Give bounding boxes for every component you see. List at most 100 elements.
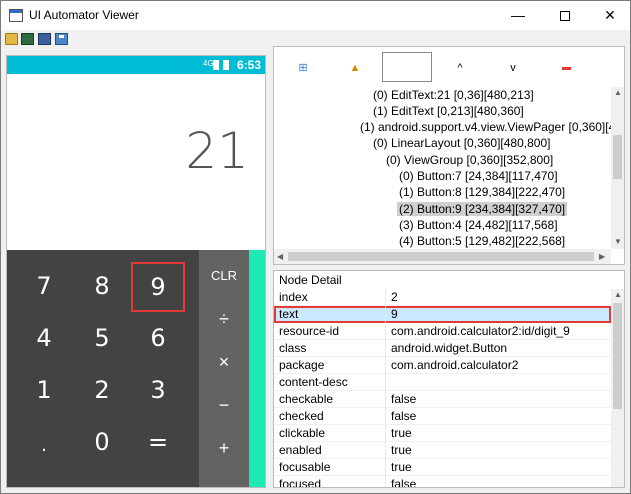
- property-value: true: [391, 426, 412, 440]
- tree-row[interactable]: (0) LinearLayout [0,360][480,800]: [371, 135, 552, 151]
- filter-input[interactable]: [382, 52, 432, 82]
- key-3[interactable]: 3: [133, 370, 183, 410]
- tree-row-selected[interactable]: (2) Button:9 [234,384][327,470]: [397, 201, 568, 217]
- node-detail-header: Node Detail: [279, 273, 342, 287]
- warning-icon[interactable]: ▲: [344, 57, 366, 79]
- property-value: 2: [391, 290, 398, 304]
- key-add[interactable]: +: [199, 428, 249, 468]
- property-row[interactable]: resource-id com.android.calculator2:id/di…: [274, 323, 611, 340]
- device-screenshot-panel[interactable]: 4G 6:53 21 7 8 9 4 5 6 1 2 3 . 0 = CLR ÷…: [6, 55, 266, 488]
- property-row[interactable]: clickable true: [274, 425, 611, 442]
- key-7[interactable]: 7: [19, 266, 69, 306]
- expand-all-icon[interactable]: ⊞: [292, 57, 314, 79]
- digit-keypad: 7 8 9 4 5 6 1 2 3 . 0 =: [7, 250, 199, 487]
- device-clock: 6:53: [237, 58, 262, 72]
- scroll-thumb[interactable]: [613, 303, 622, 409]
- property-key: index: [279, 290, 308, 304]
- scroll-down-icon[interactable]: ▼: [614, 237, 622, 246]
- property-value: false: [391, 409, 417, 423]
- tree-row[interactable]: (1) android.support.v4.view.ViewPager [0…: [358, 119, 611, 135]
- property-key: checkable: [279, 392, 334, 406]
- signal-bars-icon: [213, 60, 219, 70]
- property-row[interactable]: class android.widget.Button: [274, 340, 611, 357]
- property-key: clickable: [279, 426, 326, 440]
- property-key: checked: [279, 409, 324, 423]
- key-6[interactable]: 6: [133, 318, 183, 358]
- node-detail-panel: Node Detail index 2 text 9 resource-id com.…: [273, 270, 625, 488]
- scroll-thumb[interactable]: [288, 252, 594, 261]
- next-node-button[interactable]: v: [502, 57, 524, 79]
- property-key: focusable: [279, 460, 331, 474]
- property-row[interactable]: focused false: [274, 476, 611, 488]
- save-icon[interactable]: [55, 33, 68, 45]
- scroll-up-icon[interactable]: ▲: [614, 290, 622, 299]
- hierarchy-toolbar: ⊞ ▲ ^ v: [274, 47, 624, 87]
- key-2[interactable]: 2: [77, 370, 127, 410]
- key-decimal[interactable]: .: [19, 426, 69, 466]
- property-value: com.android.calculator2:id/digit_9: [391, 324, 570, 338]
- property-key: text: [279, 307, 299, 321]
- key-5[interactable]: 5: [77, 318, 127, 358]
- property-row-selected[interactable]: text 9: [274, 306, 611, 323]
- property-key: resource-id: [279, 324, 340, 338]
- property-row[interactable]: content-desc: [274, 374, 611, 391]
- key-8[interactable]: 8: [77, 266, 127, 306]
- tree-row[interactable]: (3) Button:4 [24,482][117,568]: [397, 217, 560, 233]
- property-row[interactable]: package com.android.calculator2: [274, 357, 611, 374]
- tree-row[interactable]: (1) Button:8 [129,384][222,470]: [397, 184, 567, 200]
- property-value: true: [391, 460, 412, 474]
- tree-row[interactable]: (0) EditText:21 [0,36][480,213]: [371, 87, 536, 103]
- device-screenshot-icon[interactable]: [21, 33, 34, 45]
- property-value: false: [391, 477, 417, 488]
- maximize-button[interactable]: [542, 1, 588, 30]
- detail-vertical-scrollbar[interactable]: ▲: [611, 289, 624, 487]
- key-9[interactable]: 9: [131, 262, 185, 312]
- scroll-right-icon[interactable]: ▶: [599, 252, 605, 261]
- property-key: focused: [279, 477, 322, 488]
- property-row[interactable]: enabled true: [274, 442, 611, 459]
- window-titlebar: UI Automator Viewer — ✕: [0, 0, 631, 30]
- property-row[interactable]: checked false: [274, 408, 611, 425]
- property-row[interactable]: focusable true: [274, 459, 611, 476]
- key-1[interactable]: 1: [19, 370, 69, 410]
- calculator-display-value: 21: [185, 122, 249, 180]
- app-window-icon: [9, 9, 23, 22]
- maximize-icon: [560, 11, 570, 22]
- key-subtract[interactable]: −: [199, 385, 249, 425]
- key-multiply[interactable]: ×: [199, 342, 249, 382]
- key-clear[interactable]: CLR: [199, 256, 249, 296]
- key-0[interactable]: 0: [77, 422, 127, 462]
- calculator-display[interactable]: 21: [7, 74, 265, 250]
- property-value: false: [391, 392, 417, 406]
- tree-row[interactable]: (4) Button:5 [129,482][222,568]: [397, 233, 567, 249]
- tree-row[interactable]: (0) Button:7 [24,384][117,470]: [397, 168, 560, 184]
- hierarchy-vertical-scrollbar[interactable]: ▲ ▼: [611, 87, 624, 249]
- previous-node-button[interactable]: ^: [449, 57, 471, 79]
- scroll-thumb[interactable]: [613, 135, 622, 179]
- close-button[interactable]: ✕: [587, 1, 631, 30]
- property-key: content-desc: [279, 375, 348, 389]
- device-screenshot-compressed-icon[interactable]: [38, 33, 51, 45]
- key-divide[interactable]: ÷: [199, 299, 249, 339]
- window-title: UI Automator Viewer: [29, 8, 139, 22]
- tree-row[interactable]: (0) ViewGroup [0,360][352,800]: [384, 152, 555, 168]
- property-key: enabled: [279, 443, 322, 457]
- open-folder-icon[interactable]: [5, 33, 18, 45]
- scroll-left-icon[interactable]: ◀: [277, 252, 283, 261]
- property-value: com.android.calculator2: [391, 358, 519, 372]
- property-row[interactable]: index 2: [274, 289, 611, 306]
- tree-row[interactable]: (1) EditText [0,213][480,360]: [371, 103, 526, 119]
- property-value: true: [391, 443, 412, 457]
- minimize-button[interactable]: —: [495, 1, 541, 30]
- key-equals[interactable]: =: [133, 422, 183, 462]
- scroll-up-icon[interactable]: ▲: [614, 88, 622, 97]
- hierarchy-tree: (0) EditText:21 [0,36][480,213] (1) Edit…: [274, 87, 611, 249]
- key-4[interactable]: 4: [19, 318, 69, 358]
- property-value: android.widget.Button: [391, 341, 508, 355]
- hierarchy-horizontal-scrollbar[interactable]: ◀ ▶: [274, 249, 611, 264]
- property-row[interactable]: checkable false: [274, 391, 611, 408]
- operator-pad: CLR ÷ × − +: [199, 250, 249, 487]
- collapse-icon[interactable]: [555, 57, 577, 79]
- hierarchy-panel: ⊞ ▲ ^ v (0) EditText:21 [0,36][480,213] …: [273, 46, 625, 265]
- advanced-panel-handle[interactable]: [249, 250, 265, 487]
